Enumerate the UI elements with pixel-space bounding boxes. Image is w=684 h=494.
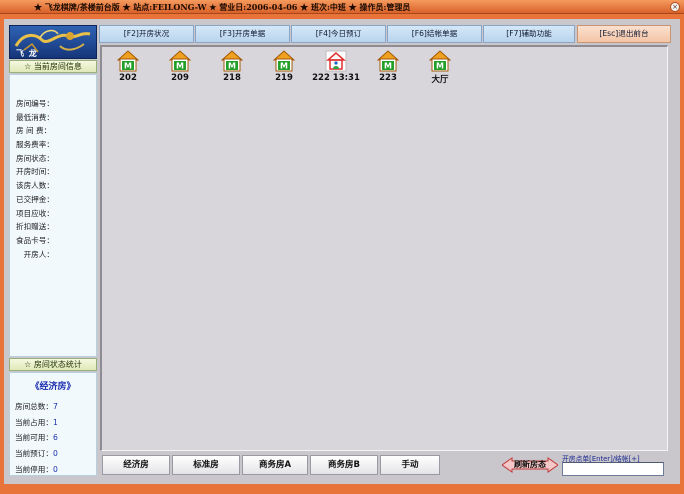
room-tile-209[interactable]: M 209	[160, 50, 200, 86]
room-type-bar: 经济房 标准房 商务房A 商务房B 手动 刷新房态 开房点单[Enter]/结帐…	[100, 452, 668, 480]
room-grid: M 202 M 209 M 218 M 219 222 13:31 M 223 …	[100, 45, 668, 451]
info-label-min-charge: 最低消费：	[16, 112, 54, 122]
room-type-economy-button[interactable]: 经济房	[102, 455, 170, 475]
refresh-status-label: 刷新房态	[514, 460, 546, 469]
svg-text:M: M	[176, 62, 184, 71]
room-tile-hall[interactable]: M 大厅	[420, 50, 460, 86]
info-label-deposit: 已交押金：	[16, 194, 54, 204]
room-tile-222[interactable]: 222 13:31	[306, 50, 366, 86]
tab-checkout-orders[interactable]: [F6]结帐单据	[387, 25, 482, 43]
bottom-frame	[0, 486, 684, 494]
room-number: 218	[223, 73, 241, 83]
info-label-room-status: 房间状态：	[16, 153, 54, 163]
available-house-icon: M	[221, 50, 243, 72]
room-type-business-b-button[interactable]: 商务房B	[310, 455, 378, 475]
window-title: ★ 飞龙棋牌/茶楼前台版 ★ 站点:FEILONG-W ★ 营业日:2006-0…	[34, 2, 411, 12]
title-bar: ★ 飞龙棋牌/茶楼前台版 ★ 站点:FEILONG-W ★ 营业日:2006-0…	[0, 0, 684, 14]
room-stats-panel: 《经济房》 房间总数：7 当前占用：1 当前可用：6 当前预订：0 当前停用：0	[9, 372, 97, 476]
info-label-amount-due: 项目应收：	[16, 208, 54, 218]
dragon-logo: 飞 龙	[9, 25, 97, 59]
tab-exit-front-desk[interactable]: [Esc]退出前台	[577, 25, 671, 43]
refresh-status-button[interactable]: 刷新房态	[502, 457, 558, 473]
svg-text:M: M	[384, 62, 392, 71]
room-number: 209	[171, 73, 189, 83]
room-tile-223[interactable]: M 223	[368, 50, 408, 86]
stats-list: 房间总数：7 当前占用：1 当前可用：6 当前预订：0 当前停用：0	[15, 399, 58, 477]
tab-open-orders[interactable]: [F3]开房单据	[195, 25, 290, 43]
order-entry-group: 开房点单[Enter]/结帐[+]	[560, 453, 666, 478]
info-label-room-fee: 房 间 费：	[16, 126, 52, 136]
info-label-room-number: 房间编号：	[16, 99, 54, 108]
tab-today-reservations[interactable]: [F4]今日预订	[291, 25, 386, 43]
stat-total: 房间总数：7	[15, 402, 58, 411]
occupied-house-icon	[325, 50, 347, 72]
tab-auxiliary[interactable]: [F7]辅助功能	[483, 25, 575, 43]
svg-text:M: M	[280, 62, 288, 71]
svg-text:M: M	[436, 62, 444, 71]
tab-open-status[interactable]: [F2]开房状况	[99, 25, 194, 43]
logo-text: 飞 龙	[16, 49, 38, 58]
room-number: 大厅	[431, 75, 449, 85]
info-label-food-card: 食品卡号：	[16, 235, 54, 245]
close-button[interactable]: ×	[670, 2, 680, 12]
stats-title: 《经济房》	[30, 382, 76, 392]
available-house-icon: M	[377, 50, 399, 72]
room-info-header: ☆ 当前房间信息	[9, 60, 97, 73]
stat-occupied: 当前占用：1	[15, 417, 58, 427]
svg-text:M: M	[228, 62, 236, 71]
room-type-business-a-button[interactable]: 商务房A	[242, 455, 308, 475]
stat-reserved: 当前预订：0	[15, 449, 58, 459]
room-type-standard-button[interactable]: 标准房	[172, 455, 240, 475]
order-entry-input[interactable]	[562, 462, 664, 476]
info-label-opened-by: 开房人：	[16, 249, 54, 259]
room-number: 223	[379, 73, 397, 83]
room-info-panel: 房间编号： 最低消费： 房 间 费： 服务费率： 房间状态： 开房时间： 该房人…	[9, 74, 97, 357]
available-house-icon: M	[429, 50, 451, 72]
room-tile-202[interactable]: M 202	[108, 50, 148, 86]
room-number: 219	[275, 73, 293, 83]
room-number: 222 13:31	[312, 73, 360, 83]
manual-button[interactable]: 手动	[380, 455, 440, 475]
room-info-list: 房间编号： 最低消费： 房 间 费： 服务费率： 房间状态： 开房时间： 该房人…	[16, 97, 96, 261]
stats-header: ☆ 房间状态统计	[9, 358, 97, 371]
svg-text:M: M	[124, 62, 132, 71]
available-house-icon: M	[117, 50, 139, 72]
info-label-service-rate: 服务费率：	[16, 140, 54, 150]
stat-disabled: 当前停用：0	[15, 464, 58, 474]
info-label-open-time: 开房时间：	[16, 167, 54, 177]
available-house-icon: M	[169, 50, 191, 72]
info-label-discount: 折扣赠送：	[16, 222, 54, 232]
stat-available: 当前可用：6	[15, 433, 58, 443]
room-tile-218[interactable]: M 218	[212, 50, 252, 86]
info-label-guest-count: 该房人数：	[16, 181, 54, 191]
available-house-icon: M	[273, 50, 295, 72]
room-tile-219[interactable]: M 219	[264, 50, 304, 86]
room-number: 202	[119, 73, 137, 83]
